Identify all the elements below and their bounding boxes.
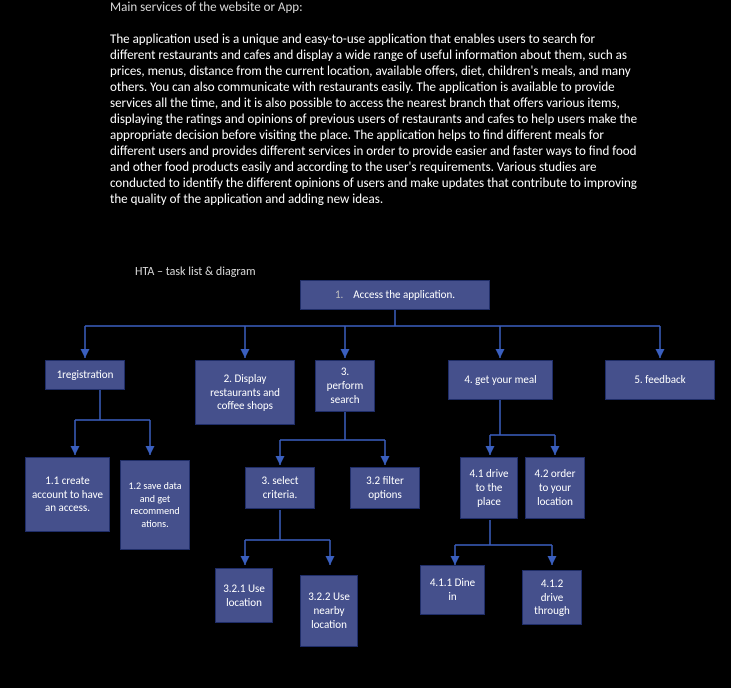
node-3-2-filter: 3.2 filter options [350,467,420,509]
root-num: 1. [335,288,343,302]
node-2-display: 2. Display restaurants and coffee shops [195,360,295,425]
node-1-1: 1.1 create account to have an access. [25,457,110,532]
description-title: Main services of the website or App: [110,0,640,16]
description-body: The application used is a unique and eas… [110,32,640,208]
node-3-2-2: 3.2.2 Use nearby location [300,575,358,647]
node-3-search: 3. perform search [315,360,375,412]
node-root: 1. Access the application. [300,280,490,310]
node-1-2: 1.2 save data and get recommend ations. [120,460,190,550]
node-5-feedback: 5. feedback [605,360,715,400]
page: Main services of the website or App: The… [0,0,731,688]
node-4-1-1: 4.1.1 Dine in [420,565,485,615]
node-3-2-1: 3.2.1 Use location [215,568,273,623]
hta-section-label: HTA – task list & diagram [135,265,256,279]
node-4-1: 4.1 drive to the place [460,457,518,519]
hta-diagram: 1. Access the application. 1registration… [0,280,731,688]
description-block: Main services of the website or App: The… [110,0,640,208]
node-4-1-2: 4.1.2 drive through [522,570,582,625]
node-4-get-meal: 4. get your meal [448,360,553,400]
root-label: Access the application. [353,288,455,302]
node-4-2: 4.2 order to your location [525,457,585,519]
node-1-registration: 1registration [45,360,125,390]
node-3-select-criteria: 3. select criteria. [245,467,315,509]
